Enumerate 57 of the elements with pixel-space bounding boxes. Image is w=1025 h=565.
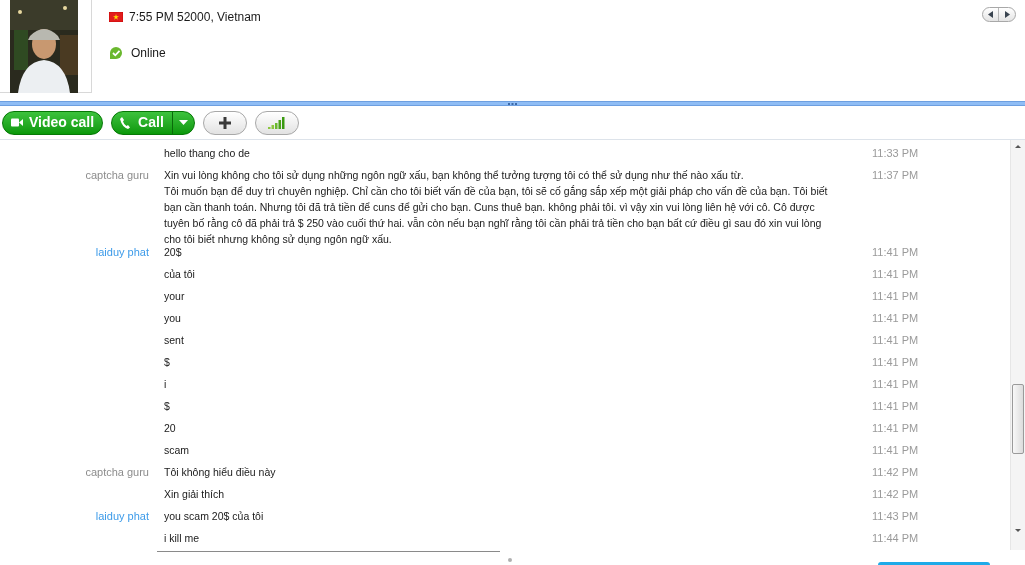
scrollbar[interactable] [1010,140,1025,550]
message-time: 11:42 PM [872,488,919,500]
plus-icon [218,116,231,129]
message-time: 11:41 PM [872,444,919,456]
message-time: 11:41 PM [872,290,919,302]
message-time: 11:41 PM [872,378,919,390]
message-text: hello thang cho de [164,146,251,161]
scroll-thumb[interactable] [1012,384,1024,454]
message-time: 11:33 PM [872,147,919,159]
message-time: 11:41 PM [872,400,919,412]
add-button[interactable] [202,110,247,135]
message-time: 11:37 PM [872,169,919,181]
message-time: 11:41 PM [872,312,919,324]
message-text: 20$ [164,245,183,260]
message-text: you scam 20$ của tôi [164,509,265,524]
sender-name[interactable]: captcha guru [85,169,149,181]
message-time: 11:42 PM [872,466,919,478]
video-camera-icon [11,118,23,127]
dropdown-caret-icon [178,120,188,125]
message-time: 11:43 PM [872,510,919,522]
phone-icon [120,116,131,129]
scroll-down-icon [1015,529,1021,532]
message-text: scam [164,443,191,458]
signal-bars-icon [267,116,286,129]
message-time: 11:44 PM [872,532,919,544]
left-arrow-icon [988,11,993,18]
message-text: sent [164,333,185,348]
scroll-up-icon [1015,145,1021,148]
local-time: 7:55 PM 52000, Vietnam [129,9,261,26]
message-time: 11:41 PM [872,422,919,434]
message-text: i kill me [164,531,200,546]
message-time: 11:41 PM [872,334,919,346]
message-text: i [164,377,168,392]
message-text: $ [164,355,171,370]
message-text: you [164,311,182,326]
call-button[interactable]: Call [111,110,195,135]
message-text: Xin vui lòng không cho tôi sử dụng những ngôn ngữ xấu, bạn không thể tưởng tượng tôi có thể sử dụng như thế nào xấu từ. Tôi muốn bạn để duy trì chuyên nghiệp. Chỉ cần cho tôi biết vấn đề của bạn, tôi sẽ cố gắng sắp xếp một giải pháp cho vấn đề của bạn. Tôi biết bạn cần thanh toán. Nhưng tôi đã trả tiền để cuns để gửi cho bạn. Cuns thuê bạn. không phải tôi. vì vậy xin vui lòng liên hệ với cô. Cô được tuyên bố rằng cô đã phải trả $ 250 vào cuối thứ hai. vẫn còn nếu bạn nghĩ rằng tôi cần phải trả tiền cho bạn bất cứ điều gì sau đó xin vui lòng cho tôi biết nhưng không sử dụng ngôn ngữ xấu. [164,168,829,247]
video-call-button[interactable]: Video call [2,110,104,135]
online-status-icon [109,46,123,60]
message-text: Tôi không hiểu điều này [164,465,277,480]
sender-name[interactable]: laiduy phat [95,510,149,522]
sender-name[interactable]: laiduy phat [95,246,149,258]
message-text: your [164,289,186,304]
flag-icon [109,12,123,22]
status-text: Online [131,45,166,62]
message-time: 11:41 PM [872,356,919,368]
message-text: của tôi [164,267,196,282]
message-text: $ [164,399,171,414]
resize-grip-icon [508,558,512,562]
message-time: 11:41 PM [872,268,919,280]
sender-name[interactable]: captcha guru [85,466,149,478]
message-text: Xin giải thích [164,487,226,502]
right-arrow-icon [1004,11,1010,18]
message-text: 20 [164,421,177,436]
message-time: 11:41 PM [872,246,919,258]
call-quality-button[interactable] [254,110,299,135]
grip-icon [508,102,517,105]
